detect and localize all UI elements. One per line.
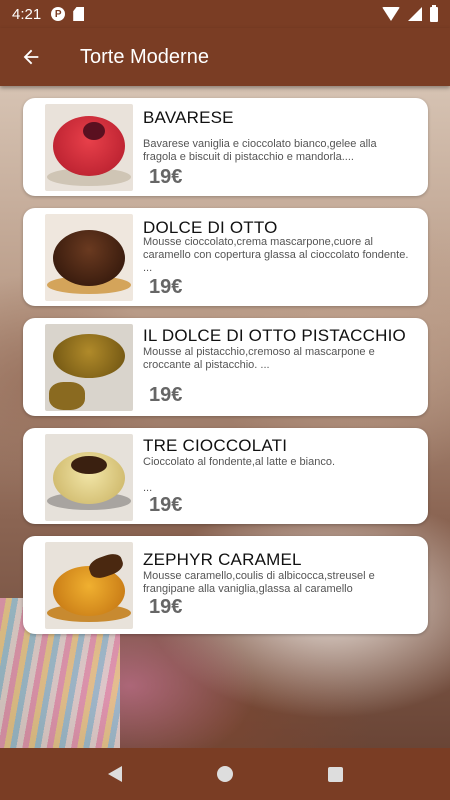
product-name: BAVARESE [143,108,234,127]
signal-icon [408,7,422,21]
nav-back-icon[interactable] [107,766,122,782]
notification-app-icon: P [51,7,66,21]
product-card-dolce-di-otto[interactable]: DOLCE DI OTTO Mousse cioccolato,crema ma… [23,208,428,306]
product-list: BAVARESE Bavarese vaniglia e cioccolato … [0,86,450,748]
product-description: Mousse cioccolato,crema mascarpone,cuore… [143,236,409,274]
product-name: IL DOLCE DI OTTO PISTACCHIO [143,326,406,345]
app-bar: Torte Moderne [0,28,450,86]
product-description: Mousse caramello,coulis di albicocca,str… [143,570,375,595]
product-name: DOLCE DI OTTO [143,218,278,237]
product-description: Mousse al pistacchio,cremoso al mascarpo… [143,346,375,371]
product-description: Bavarese vaniglia e cioccolato bianco,ge… [143,138,377,163]
product-price: 19€ [149,596,183,618]
product-image [45,434,133,521]
nav-home-icon[interactable] [216,766,233,782]
product-card-bavarese[interactable]: BAVARESE Bavarese vaniglia e cioccolato … [23,98,428,196]
product-name: TRE CIOCCOLATI [143,436,288,455]
product-card-dolce-pistacchio[interactable]: IL DOLCE DI OTTO PISTACCHIO Mousse al pi… [23,318,428,416]
product-name: ZEPHYR CARAMEL [143,550,302,569]
product-price: 19€ [149,276,183,298]
product-description-more: ... [143,482,153,494]
back-button[interactable] [2,28,60,86]
wifi-icon [382,7,400,21]
page-title: Torte Moderne [80,45,209,68]
system-nav-bar [0,748,450,800]
status-time: 4:21 [12,5,42,23]
product-card-tre-cioccolati[interactable]: TRE CIOCCOLATI Cioccolato al fondente,al… [23,428,428,524]
product-price: 19€ [149,384,183,406]
product-description: Cioccolato al fondente,al latte e bianco… [143,456,336,468]
product-image [45,542,133,629]
product-price: 19€ [149,494,183,516]
product-image [45,104,133,191]
product-image [45,324,133,411]
product-card-zephyr-caramel[interactable]: ZEPHYR CARAMEL Mousse caramello,coulis d… [23,536,428,634]
product-price: 19€ [149,166,183,188]
nav-recents-icon[interactable] [327,766,343,782]
sd-card-icon [73,7,85,21]
battery-icon [430,4,438,22]
product-image [45,214,133,301]
arrow-back-icon [23,49,39,65]
status-bar: 4:21 P [0,0,450,28]
